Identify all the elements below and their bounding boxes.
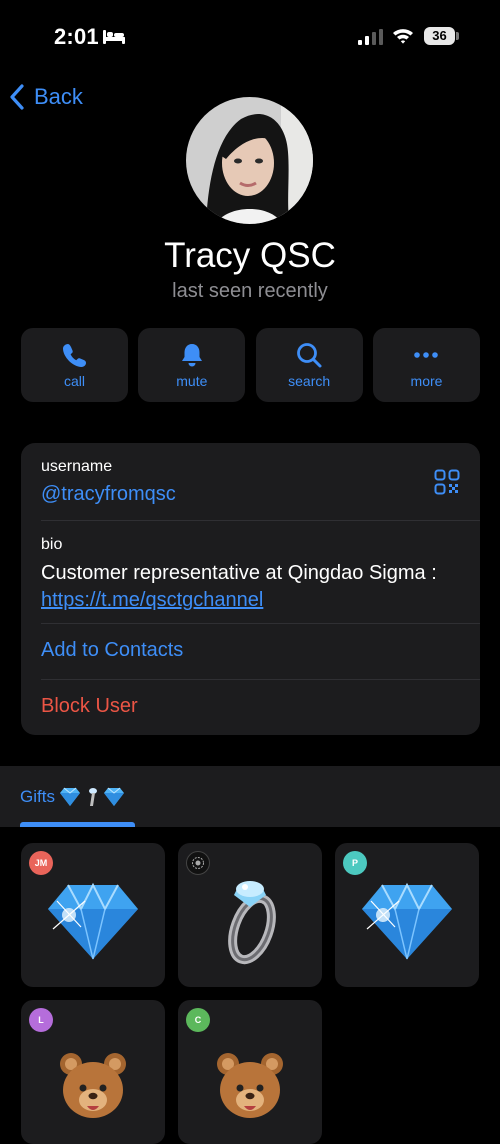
bio-link[interactable]: https://t.me/qsctgchannel xyxy=(41,589,263,611)
teddy-bear-icon xyxy=(60,1053,126,1118)
search-label: search xyxy=(288,373,331,389)
battery-tip xyxy=(456,32,459,40)
divider xyxy=(41,623,480,624)
gift-card[interactable]: C xyxy=(178,1000,322,1144)
back-label: Back xyxy=(34,84,83,109)
block-user-button[interactable]: Block User xyxy=(41,695,138,718)
diamond-icon xyxy=(362,882,452,960)
profile-name: Tracy QSC xyxy=(164,236,336,275)
more-label: more xyxy=(410,373,443,389)
call-button[interactable]: call xyxy=(21,328,128,402)
more-icon xyxy=(414,352,439,358)
bio-description: Customer representative at Qingdao Sigma… xyxy=(41,562,437,584)
tab-gifts[interactable]: Gifts xyxy=(20,786,129,808)
gift-card[interactable]: L xyxy=(21,1000,165,1144)
tab-active-indicator xyxy=(20,822,135,827)
search-icon xyxy=(297,343,322,368)
info-card: username @tracyfromqsc bio Customer repr… xyxy=(21,443,480,735)
mute-label: mute xyxy=(176,373,208,389)
username-value[interactable]: @tracyfromqsc xyxy=(41,483,176,506)
battery-indicator: 36 xyxy=(424,27,455,45)
cellular-signal-icon xyxy=(358,29,383,45)
avatar-photo xyxy=(186,97,313,224)
bell-icon xyxy=(181,344,202,367)
wifi-icon xyxy=(393,29,413,44)
mute-button[interactable]: mute xyxy=(138,328,246,402)
avatar[interactable] xyxy=(186,97,313,224)
back-button[interactable]: Back xyxy=(8,82,83,112)
chevron-left-icon xyxy=(10,84,24,110)
sleep-bed-icon xyxy=(103,30,125,44)
last-seen-status: last seen recently xyxy=(172,280,328,302)
username-label: username xyxy=(41,458,113,475)
add-to-contacts-button[interactable]: Add to Contacts xyxy=(41,639,183,662)
teddy-bear-icon xyxy=(217,1053,283,1118)
divider xyxy=(41,679,480,680)
call-label: call xyxy=(63,373,85,389)
action-buttons: call mute search more xyxy=(21,328,480,402)
gifts-tab-label: Gifts xyxy=(20,787,55,806)
bio-text: Customer representative at Qingdao Sigma… xyxy=(41,560,471,614)
divider xyxy=(41,520,480,521)
gift-card[interactable] xyxy=(178,843,322,987)
gift-emojis-icon xyxy=(59,787,124,806)
gift-card[interactable]: JM xyxy=(21,843,165,987)
bio-label: bio xyxy=(41,536,63,553)
ring-icon xyxy=(228,881,276,965)
search-button[interactable]: search xyxy=(255,328,363,402)
more-button[interactable]: more xyxy=(372,328,480,402)
diamond-icon xyxy=(48,882,138,960)
status-time: 2:01 xyxy=(54,24,99,49)
qr-code-icon[interactable] xyxy=(434,469,460,495)
gift-card[interactable]: P xyxy=(335,843,479,987)
phone-icon xyxy=(62,344,86,367)
